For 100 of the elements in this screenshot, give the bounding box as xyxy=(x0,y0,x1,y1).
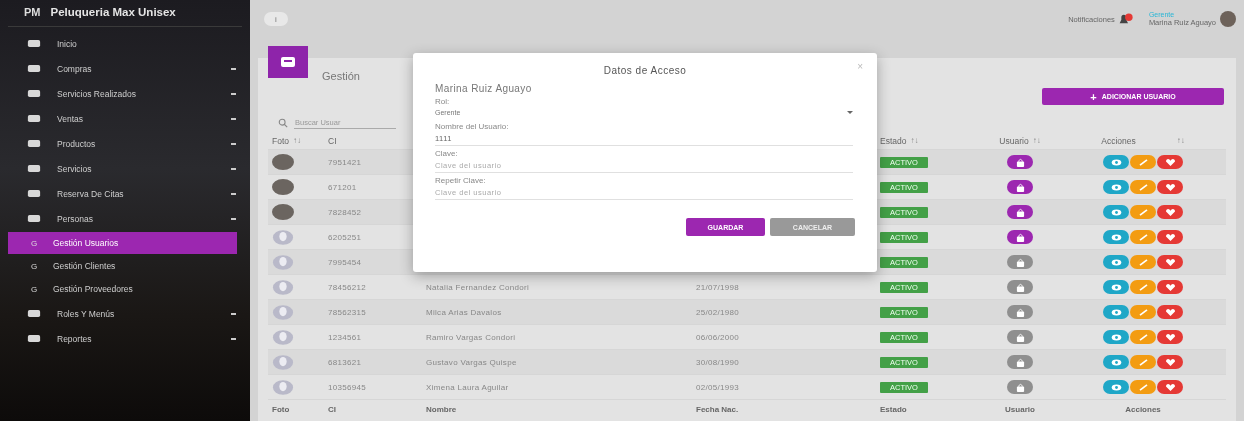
view-button[interactable] xyxy=(1103,355,1129,369)
delete-button[interactable] xyxy=(1157,330,1183,344)
column-footer: Estado xyxy=(880,404,907,414)
collapse-icon xyxy=(231,167,236,170)
menu-item-icon xyxy=(27,213,41,224)
lock-icon xyxy=(1015,232,1025,242)
view-button[interactable] xyxy=(1103,230,1129,244)
sidebar-item[interactable]: Compras xyxy=(0,56,250,81)
sidebar-item[interactable]: Servicios xyxy=(0,156,250,181)
name-cell: Natalia Fernandez Condori xyxy=(426,282,530,292)
lock-button[interactable] xyxy=(1007,230,1033,244)
edit-button[interactable] xyxy=(1130,280,1156,294)
view-button[interactable] xyxy=(1103,280,1129,294)
bell-icon[interactable] xyxy=(1117,13,1133,25)
menu-item-icon xyxy=(27,88,41,99)
delete-button[interactable] xyxy=(1157,355,1183,369)
sidebar-item[interactable]: Reportes xyxy=(0,326,250,351)
sidebar-item[interactable]: Roles Y Menús xyxy=(0,301,250,326)
info-button[interactable]: i xyxy=(264,12,288,26)
subitem-label: Gestión Proveedores xyxy=(53,284,133,294)
column-footer: Acciones xyxy=(1125,404,1161,414)
delete-button[interactable] xyxy=(1157,280,1183,294)
sidebar-item[interactable]: Servicios Realizados xyxy=(0,81,250,106)
pencil-icon xyxy=(1137,183,1149,191)
sidebar-item[interactable]: Inicio xyxy=(0,31,250,56)
sidebar-subitem[interactable]: G Gestión Usuarios xyxy=(8,232,237,254)
sidebar-item[interactable]: Productos xyxy=(0,131,250,156)
date-cell: 25/02/1980 xyxy=(696,307,740,317)
lock-icon xyxy=(1015,332,1025,342)
column-header[interactable]: Usuario xyxy=(999,135,1029,146)
column-header[interactable]: Estado xyxy=(880,135,907,146)
lock-button[interactable] xyxy=(1007,205,1033,219)
edit-button[interactable] xyxy=(1130,380,1156,394)
menu-item-icon xyxy=(27,138,41,149)
lock-icon xyxy=(1015,157,1025,167)
sidebar-subitem[interactable]: G Gestión Proveedores xyxy=(8,278,237,300)
delete-button[interactable] xyxy=(1157,255,1183,269)
ci-cell: 78562315 xyxy=(328,307,366,317)
edit-button[interactable] xyxy=(1130,205,1156,219)
view-button[interactable] xyxy=(1103,330,1129,344)
menu-item-icon xyxy=(27,63,41,74)
pencil-icon xyxy=(1137,158,1149,166)
user-avatar[interactable] xyxy=(1220,11,1236,27)
pencil-icon xyxy=(1137,283,1149,291)
edit-button[interactable] xyxy=(1130,255,1156,269)
heart-icon xyxy=(1164,182,1176,192)
lock-button[interactable] xyxy=(1007,355,1033,369)
date-cell: 02/05/1993 xyxy=(696,382,740,392)
column-footer: Usuario xyxy=(1005,404,1035,414)
edit-button[interactable] xyxy=(1130,305,1156,319)
lock-button[interactable] xyxy=(1007,280,1033,294)
lock-button[interactable] xyxy=(1007,305,1033,319)
edit-button[interactable] xyxy=(1130,355,1156,369)
lock-button[interactable] xyxy=(1007,255,1033,269)
view-button[interactable] xyxy=(1103,205,1129,219)
sidebar-item[interactable]: Personas xyxy=(0,206,250,231)
sidebar-item[interactable]: Reserva De Citas xyxy=(0,181,250,206)
collapse-icon xyxy=(231,312,236,315)
view-button[interactable] xyxy=(1103,180,1129,194)
delete-button[interactable] xyxy=(1157,155,1183,169)
lock-button[interactable] xyxy=(1007,180,1033,194)
heart-icon xyxy=(1164,357,1176,367)
collapse-icon xyxy=(231,67,236,70)
ci-cell: 10356945 xyxy=(328,382,366,392)
edit-button[interactable] xyxy=(1130,155,1156,169)
brand-name: Peluqueria Max Unisex xyxy=(50,6,176,18)
lock-button[interactable] xyxy=(1007,380,1033,394)
ci-cell: 7951421 xyxy=(328,157,362,167)
pencil-icon xyxy=(1137,333,1149,341)
view-button[interactable] xyxy=(1103,305,1129,319)
collapse-icon xyxy=(231,337,236,340)
lock-icon xyxy=(1015,257,1025,267)
person-name: Marina Ruiz Aguayo xyxy=(435,83,533,94)
edit-button[interactable] xyxy=(1130,230,1156,244)
name-cell: Gustavo Vargas Quispe xyxy=(426,357,517,367)
lock-button[interactable] xyxy=(1007,155,1033,169)
lock-icon xyxy=(1015,307,1025,317)
sidebar-item[interactable]: Ventas xyxy=(0,106,250,131)
heart-icon xyxy=(1164,382,1176,392)
ci-cell: 671201 xyxy=(328,182,357,192)
delete-button[interactable] xyxy=(1157,180,1183,194)
lock-icon xyxy=(1015,182,1025,192)
ci-cell: 6813621 xyxy=(328,357,362,367)
view-button[interactable] xyxy=(1103,255,1129,269)
lock-button[interactable] xyxy=(1007,330,1033,344)
sidebar-subitem[interactable]: G Gestión Clientes xyxy=(8,255,237,277)
column-header[interactable]: Acciones xyxy=(1101,135,1136,146)
heart-icon xyxy=(1164,332,1176,342)
delete-button[interactable] xyxy=(1157,305,1183,319)
column-header[interactable]: CI xyxy=(328,135,337,146)
edit-button[interactable] xyxy=(1130,330,1156,344)
delete-button[interactable] xyxy=(1157,380,1183,394)
delete-button[interactable] xyxy=(1157,205,1183,219)
column-footer: Fecha Nac. xyxy=(696,404,739,414)
lock-icon xyxy=(1015,382,1025,392)
view-button[interactable] xyxy=(1103,380,1129,394)
delete-button[interactable] xyxy=(1157,230,1183,244)
view-button[interactable] xyxy=(1103,155,1129,169)
edit-button[interactable] xyxy=(1130,180,1156,194)
column-header[interactable]: Foto xyxy=(272,135,289,146)
